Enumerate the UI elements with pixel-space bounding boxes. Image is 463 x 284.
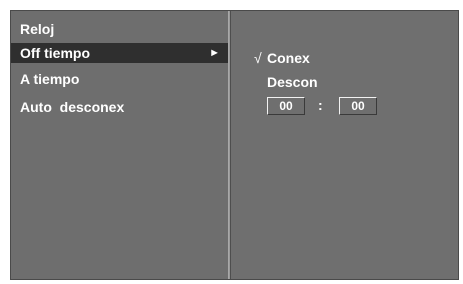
osd-menu-window: Reloj Off tiempo ► A tiempo Auto descone… (10, 10, 459, 280)
submenu-panel: √ Conex Descon 00 : 00 (231, 11, 458, 279)
menu-item-off-tiempo[interactable]: Off tiempo ► (11, 43, 228, 63)
menu-item-auto-desconex[interactable]: Auto desconex (11, 97, 228, 117)
main-menu-panel: Reloj Off tiempo ► A tiempo Auto descone… (11, 11, 228, 279)
menu-item-a-tiempo[interactable]: A tiempo (11, 69, 228, 89)
menu-item-reloj[interactable]: Reloj (11, 19, 228, 39)
time-separator: : (318, 97, 323, 113)
minute-field[interactable]: 00 (339, 97, 377, 115)
hour-field[interactable]: 00 (267, 97, 305, 115)
option-conex[interactable]: Conex (267, 49, 310, 67)
menu-item-label: A tiempo (20, 71, 80, 87)
menu-item-label: Off tiempo (20, 45, 90, 61)
check-mark-icon: √ (254, 50, 262, 66)
option-descon[interactable]: Descon (267, 73, 318, 91)
submenu-arrow-icon: ► (209, 47, 220, 59)
menu-item-label: Reloj (20, 21, 55, 37)
menu-item-label: Auto desconex (20, 99, 125, 115)
